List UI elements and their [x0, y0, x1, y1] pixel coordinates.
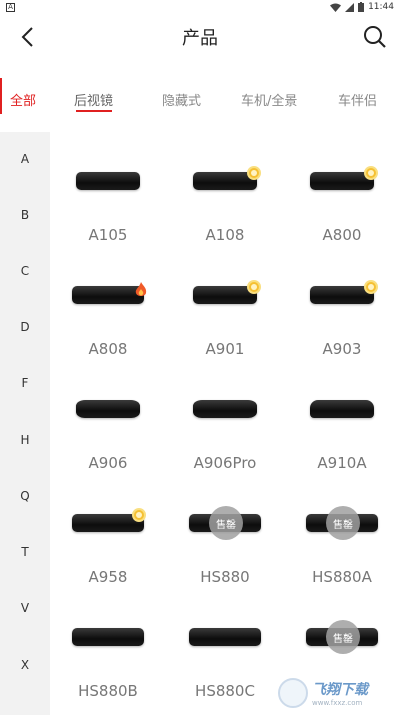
product-image — [72, 628, 144, 646]
index-letter-x[interactable]: X — [0, 658, 50, 672]
clock: 11:44 — [368, 2, 394, 12]
product-grid: A105 A108 A800 A808 A901 A903 A906 A906P… — [50, 132, 400, 715]
index-letter-c[interactable]: C — [0, 264, 50, 278]
product-card[interactable]: A808 — [50, 246, 166, 358]
index-letter-t[interactable]: T — [0, 545, 50, 559]
product-card[interactable]: 售罄 HS880 — [167, 474, 283, 586]
tab-head-unit-panorama[interactable]: 车机/全景 — [241, 90, 297, 109]
chevron-left-icon — [21, 27, 33, 47]
product-card[interactable]: A108 — [167, 132, 283, 244]
index-letter-a[interactable]: A — [0, 152, 50, 166]
product-image — [76, 172, 140, 190]
index-letter-f[interactable]: F — [0, 376, 50, 390]
product-name: A958 — [88, 568, 128, 586]
product-name: HS880B — [78, 682, 138, 700]
tab-hidden[interactable]: 隐藏式 — [162, 90, 201, 109]
sold-out-badge: 售罄 — [209, 506, 243, 540]
watermark-text: 飞翔下载 www.fxxz.com — [312, 679, 368, 707]
product-name: A901 — [205, 340, 245, 358]
product-card[interactable]: HS880B — [50, 588, 166, 700]
medal-badge-icon — [364, 280, 378, 294]
product-name: HS880 — [200, 568, 250, 586]
status-right: 11:44 — [330, 2, 394, 12]
watermark-url: www.fxxz.com — [312, 699, 363, 707]
product-card[interactable]: A901 — [167, 246, 283, 358]
category-tabs: 全部 后视镜 隐藏式 车机/全景 车伴侣 — [0, 60, 400, 132]
status-left: A — [6, 2, 15, 12]
product-image — [76, 400, 140, 418]
product-name: A105 — [88, 226, 128, 244]
tab-car-companion[interactable]: 车伴侣 — [338, 90, 377, 109]
tab-underline — [76, 110, 112, 112]
product-card[interactable]: 售罄 HS880A — [284, 474, 400, 586]
index-letter-v[interactable]: V — [0, 601, 50, 615]
watermark-title: 飞翔下载 — [312, 682, 368, 698]
product-name: HS880A — [312, 568, 372, 586]
index-letter-d[interactable]: D — [0, 320, 50, 334]
tab-all-indicator — [0, 78, 2, 114]
product-name: A108 — [205, 226, 245, 244]
product-name: A910A — [317, 454, 367, 472]
product-card[interactable]: A906Pro — [167, 360, 283, 472]
tab-all[interactable]: 全部 — [10, 90, 36, 109]
index-letter-h[interactable]: H — [0, 433, 50, 447]
signal-icon — [345, 2, 355, 12]
medal-badge-icon — [132, 508, 146, 522]
product-card[interactable]: HS880C — [167, 588, 283, 700]
product-card[interactable]: A800 — [284, 132, 400, 244]
tab-rearview-mirror[interactable]: 后视镜 — [74, 90, 113, 109]
index-letter-q[interactable]: Q — [0, 489, 50, 503]
product-card[interactable]: A910A — [284, 360, 400, 472]
product-name: A800 — [322, 226, 362, 244]
status-bar: A 11:44 — [0, 0, 400, 14]
product-card[interactable]: A958 — [50, 474, 166, 586]
medal-badge-icon — [364, 166, 378, 180]
watermark: 飞翔下载 www.fxxz.com — [278, 675, 390, 711]
index-letter-b[interactable]: B — [0, 208, 50, 222]
page-title: 产品 — [182, 28, 218, 49]
product-name: A906Pro — [193, 454, 257, 472]
product-name: A906 — [88, 454, 128, 472]
wifi-icon — [330, 3, 342, 12]
product-name: A808 — [88, 340, 128, 358]
battery-icon — [358, 2, 365, 12]
product-image — [189, 628, 261, 646]
search-button[interactable] — [362, 24, 388, 50]
product-name: A903 — [322, 340, 362, 358]
product-card[interactable]: A906 — [50, 360, 166, 472]
watermark-logo-icon — [278, 678, 308, 708]
alphabet-index: A B C D F H Q T V X — [0, 132, 50, 715]
search-icon — [364, 26, 386, 48]
fire-badge-icon — [134, 282, 148, 298]
medal-badge-icon — [247, 280, 261, 294]
product-name: HS880C — [195, 682, 255, 700]
product-card[interactable]: A903 — [284, 246, 400, 358]
app-notification-icon: A — [6, 2, 15, 12]
sold-out-badge: 售罄 — [326, 506, 360, 540]
product-image — [310, 400, 374, 418]
header: 产品 — [0, 14, 400, 60]
back-button[interactable] — [14, 24, 40, 50]
medal-badge-icon — [247, 166, 261, 180]
sold-out-badge: 售罄 — [326, 620, 360, 654]
product-card[interactable]: A105 — [50, 132, 166, 244]
product-image — [193, 400, 257, 418]
